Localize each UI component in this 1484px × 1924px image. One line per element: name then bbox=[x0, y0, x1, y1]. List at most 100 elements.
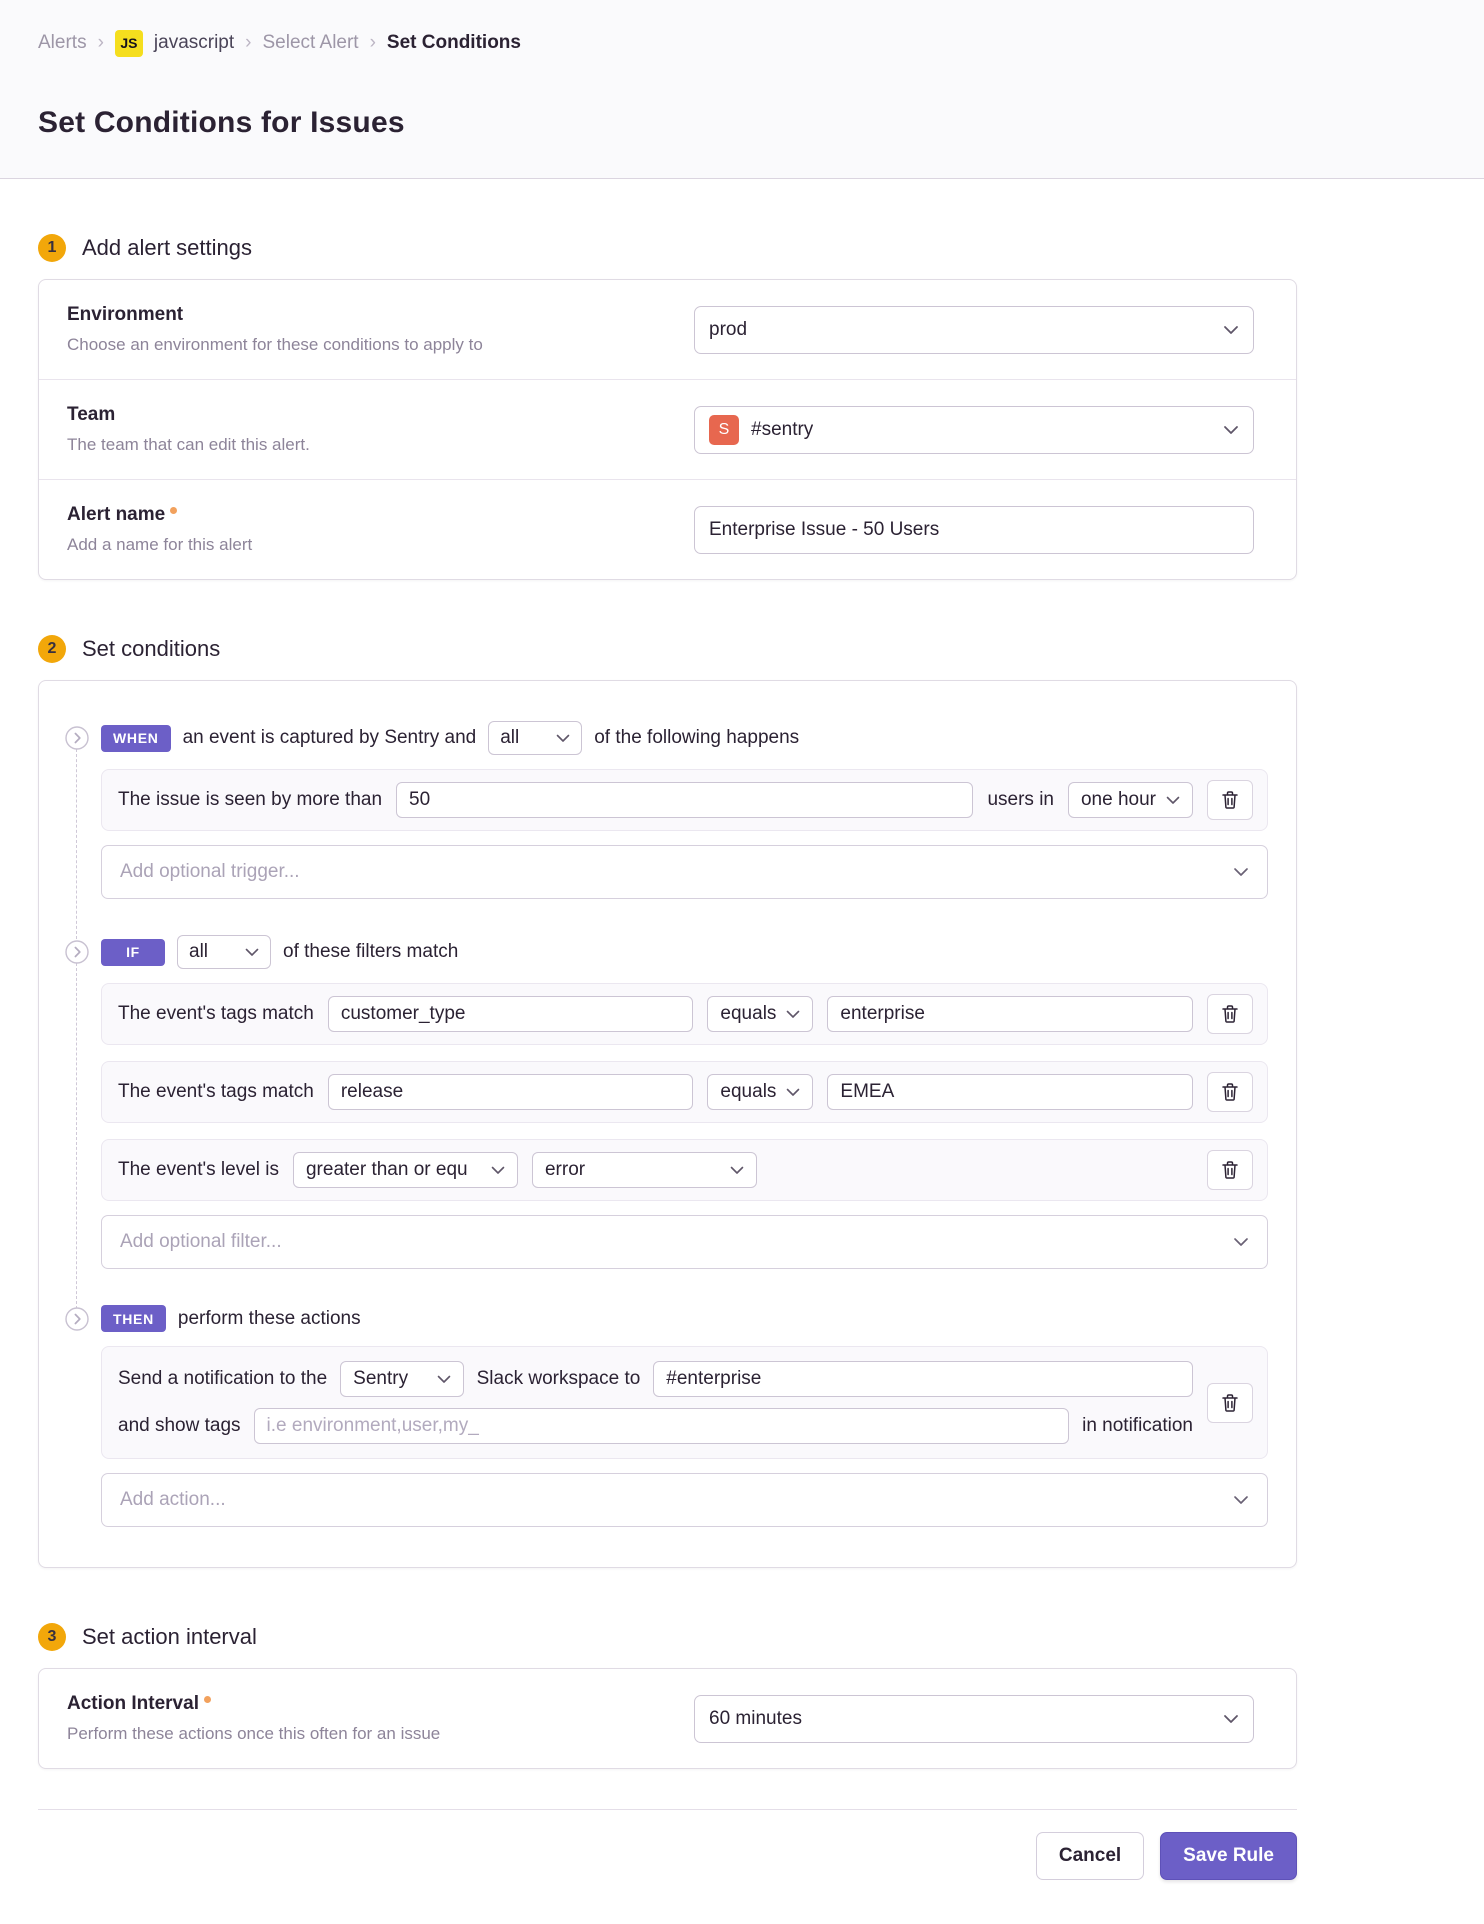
cancel-button[interactable]: Cancel bbox=[1036, 1832, 1144, 1880]
breadcrumb-alerts[interactable]: Alerts bbox=[38, 32, 87, 54]
action-interval-select[interactable]: 60 minutes bbox=[694, 1695, 1254, 1743]
javascript-project-icon: JS bbox=[115, 30, 143, 57]
environment-help: Choose an environment for these conditio… bbox=[67, 335, 483, 355]
team-label: Team bbox=[67, 404, 310, 426]
when-text-before: an event is captured by Sentry and bbox=[183, 727, 477, 749]
delete-filter-button[interactable] bbox=[1207, 1150, 1253, 1190]
action-interval-label: Action Interval bbox=[67, 1693, 440, 1715]
chevron-down-icon bbox=[1233, 867, 1249, 877]
tag-key-input[interactable] bbox=[328, 996, 694, 1032]
when-match-select[interactable]: all bbox=[488, 721, 582, 755]
trash-icon bbox=[1222, 791, 1238, 809]
chevron-down-icon bbox=[1166, 796, 1180, 805]
when-step: WHEN an event is captured by Sentry and … bbox=[65, 721, 1268, 899]
trash-icon bbox=[1222, 1394, 1238, 1412]
chevron-down-icon bbox=[1223, 1714, 1239, 1724]
add-action-select[interactable]: Add action... bbox=[101, 1473, 1268, 1527]
then-text-after: perform these actions bbox=[178, 1308, 361, 1330]
section-title: Set conditions bbox=[82, 636, 220, 662]
action-interval-help: Perform these actions once this often fo… bbox=[67, 1724, 440, 1744]
user-count-input[interactable] bbox=[396, 782, 973, 818]
required-indicator bbox=[204, 1696, 211, 1703]
filter-row-tags-2: The event's tags match equals bbox=[101, 1061, 1268, 1123]
collapse-toggle-icon[interactable] bbox=[65, 940, 89, 964]
delete-filter-button[interactable] bbox=[1207, 1072, 1253, 1112]
environment-select[interactable]: prod bbox=[694, 306, 1254, 354]
chevron-down-icon bbox=[556, 734, 570, 743]
tag-operator-select[interactable]: equals bbox=[707, 996, 813, 1032]
action-interval-panel: Action Interval Perform these actions on… bbox=[38, 1668, 1297, 1769]
channel-input[interactable] bbox=[653, 1361, 1193, 1397]
team-help: The team that can edit this alert. bbox=[67, 435, 310, 455]
form-footer: Cancel Save Rule bbox=[38, 1809, 1297, 1880]
delete-filter-button[interactable] bbox=[1207, 994, 1253, 1034]
then-step: THEN perform these actions Send a notifi… bbox=[65, 1305, 1268, 1527]
breadcrumb: Alerts › JS javascript › Select Alert › … bbox=[38, 28, 1446, 58]
workspace-select[interactable]: Sentry bbox=[340, 1361, 463, 1397]
environment-row: Environment Choose an environment for th… bbox=[39, 280, 1296, 379]
trash-icon bbox=[1222, 1005, 1238, 1023]
required-indicator bbox=[170, 507, 177, 514]
breadcrumb-select-alert[interactable]: Select Alert bbox=[262, 32, 358, 54]
environment-label: Environment bbox=[67, 304, 483, 326]
alert-name-label: Alert name bbox=[67, 504, 252, 526]
chevron-down-icon bbox=[491, 1166, 505, 1175]
if-match-select[interactable]: all bbox=[177, 935, 271, 969]
chevron-down-icon bbox=[1233, 1237, 1249, 1247]
section-heading-interval: 3 Set action interval bbox=[38, 1622, 1297, 1652]
when-badge: WHEN bbox=[101, 725, 171, 752]
step-number-badge: 2 bbox=[38, 635, 66, 663]
team-select[interactable]: S #sentry bbox=[694, 406, 1254, 454]
if-step: IF all of these filters match The event'… bbox=[65, 935, 1268, 1269]
then-badge: THEN bbox=[101, 1305, 166, 1332]
add-filter-select[interactable]: Add optional filter... bbox=[101, 1215, 1268, 1269]
level-operator-select[interactable]: greater than or equ bbox=[293, 1152, 518, 1188]
step-number-badge: 1 bbox=[38, 234, 66, 262]
step-number-badge: 3 bbox=[38, 1623, 66, 1651]
breadcrumb-separator: › bbox=[370, 32, 376, 54]
tag-operator-select[interactable]: equals bbox=[707, 1074, 813, 1110]
page-title: Set Conditions for Issues bbox=[38, 106, 1446, 178]
section-title: Set action interval bbox=[82, 1624, 257, 1650]
chevron-down-icon bbox=[730, 1166, 744, 1175]
alert-settings-panel: Environment Choose an environment for th… bbox=[38, 279, 1297, 580]
tag-value-input[interactable] bbox=[827, 996, 1193, 1032]
action-interval-row: Action Interval Perform these actions on… bbox=[39, 1669, 1296, 1768]
page-header: Alerts › JS javascript › Select Alert › … bbox=[0, 0, 1484, 179]
delete-action-button[interactable] bbox=[1207, 1383, 1253, 1423]
add-trigger-select[interactable]: Add optional trigger... bbox=[101, 845, 1268, 899]
trash-icon bbox=[1222, 1083, 1238, 1101]
breadcrumb-project[interactable]: javascript bbox=[154, 32, 234, 54]
delete-trigger-button[interactable] bbox=[1207, 780, 1253, 820]
collapse-toggle-icon[interactable] bbox=[65, 726, 89, 750]
action-interval-value: 60 minutes bbox=[709, 1708, 802, 1730]
alert-name-help: Add a name for this alert bbox=[67, 535, 252, 555]
if-badge: IF bbox=[101, 939, 165, 966]
trigger-row: The issue is seen by more than users in … bbox=[101, 769, 1268, 831]
alert-name-row: Alert name Add a name for this alert bbox=[39, 479, 1296, 579]
tag-value-input[interactable] bbox=[827, 1074, 1193, 1110]
environment-select-value: prod bbox=[709, 319, 747, 341]
trash-icon bbox=[1222, 1161, 1238, 1179]
alert-name-input[interactable] bbox=[694, 506, 1254, 554]
chevron-down-icon bbox=[437, 1375, 451, 1384]
collapse-toggle-icon[interactable] bbox=[65, 1307, 89, 1331]
team-avatar: S bbox=[709, 415, 739, 445]
breadcrumb-separator: › bbox=[98, 32, 104, 54]
breadcrumb-current: Set Conditions bbox=[387, 32, 521, 54]
section-heading-conditions: 2 Set conditions bbox=[38, 634, 1297, 664]
if-text-after: of these filters match bbox=[283, 941, 458, 963]
chevron-down-icon bbox=[786, 1088, 800, 1097]
when-text-after: of the following happens bbox=[594, 727, 799, 749]
show-tags-input[interactable] bbox=[254, 1408, 1070, 1444]
chevron-down-icon bbox=[1223, 425, 1239, 435]
tag-key-input[interactable] bbox=[328, 1074, 694, 1110]
chevron-down-icon bbox=[786, 1010, 800, 1019]
team-row: Team The team that can edit this alert. … bbox=[39, 379, 1296, 479]
chevron-down-icon bbox=[1223, 325, 1239, 335]
filter-row-tags-1: The event's tags match equals bbox=[101, 983, 1268, 1045]
chevron-down-icon bbox=[245, 948, 259, 957]
save-rule-button[interactable]: Save Rule bbox=[1160, 1832, 1297, 1880]
level-value-select[interactable]: error bbox=[532, 1152, 757, 1188]
interval-select[interactable]: one hour bbox=[1068, 782, 1193, 818]
